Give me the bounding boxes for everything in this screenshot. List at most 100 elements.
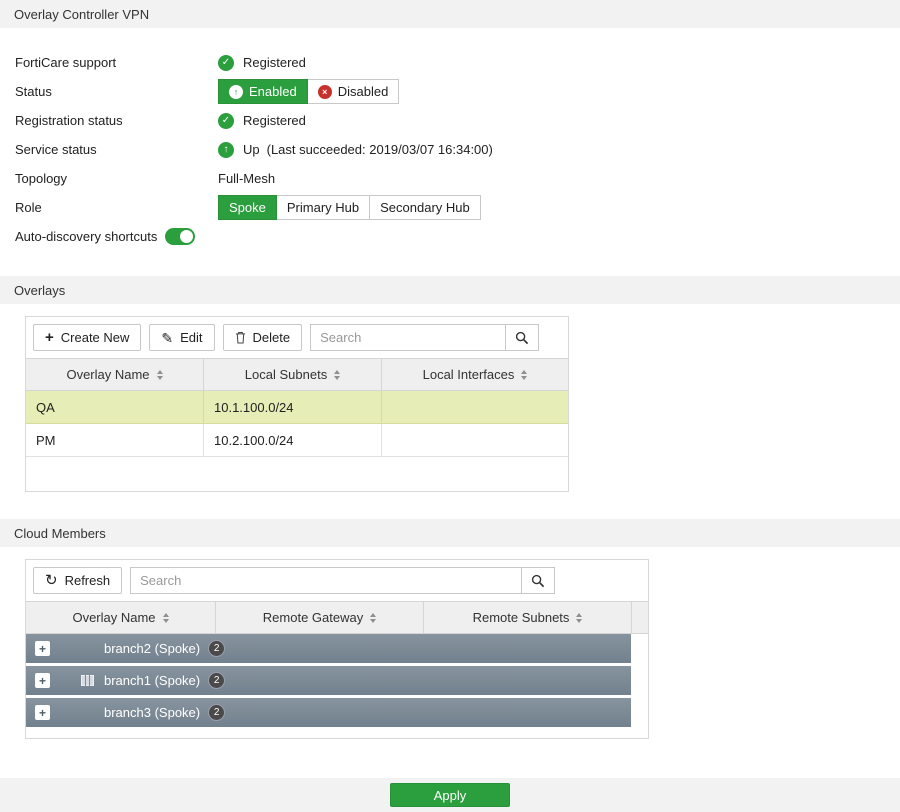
toggle-knob bbox=[180, 230, 193, 243]
count-badge: 2 bbox=[208, 640, 225, 657]
cloud-col-overlay-name[interactable]: Overlay Name bbox=[26, 601, 216, 634]
apply-button[interactable]: Apply bbox=[390, 783, 510, 807]
plus-icon: + bbox=[45, 330, 54, 345]
check-circle-icon: ✓ bbox=[218, 113, 234, 129]
service-status-label: Service status bbox=[15, 142, 218, 157]
overlays-toolbar: + Create New ✎ Edit Delete bbox=[26, 317, 568, 358]
page-title: Overlay Controller VPN bbox=[14, 7, 149, 22]
role-label: Role bbox=[15, 200, 218, 215]
count-badge: 2 bbox=[208, 704, 225, 721]
refresh-icon: ↻ bbox=[45, 573, 58, 588]
topology-label: Topology bbox=[15, 171, 218, 186]
cloud-members-panel: ↻ Refresh Overlay Name Remote Gateway Re… bbox=[25, 559, 649, 739]
forticare-support-label: FortiCare support bbox=[15, 55, 218, 70]
member-name: branch2 (Spoke) bbox=[104, 641, 200, 656]
overlay-name-cell: PM bbox=[26, 424, 204, 457]
disabled-icon: × bbox=[318, 85, 332, 99]
role-primary-hub-button[interactable]: Primary Hub bbox=[276, 195, 370, 220]
forticare-support-row: FortiCare support ✓ Registered bbox=[15, 48, 900, 77]
overlays-col-local-subnets[interactable]: Local Subnets bbox=[204, 358, 382, 391]
status-enabled-button[interactable]: ↑ Enabled bbox=[218, 79, 308, 104]
member-name: branch1 (Spoke) bbox=[104, 673, 200, 688]
cloud-col-remote-subnets[interactable]: Remote Subnets bbox=[424, 601, 632, 634]
member-name: branch3 (Spoke) bbox=[104, 705, 200, 720]
overlays-section-title: Overlays bbox=[14, 283, 65, 298]
create-new-button[interactable]: + Create New bbox=[33, 324, 141, 351]
count-badge: 2 bbox=[208, 672, 225, 689]
cloud-members-search-button[interactable] bbox=[522, 567, 555, 594]
enabled-icon: ↑ bbox=[229, 85, 243, 99]
trash-icon bbox=[235, 331, 246, 344]
cloud-member-row[interactable]: + branch3 (Spoke) 2 bbox=[26, 698, 631, 727]
auto-discovery-toggle[interactable] bbox=[165, 228, 195, 245]
status-disabled-label: Disabled bbox=[338, 84, 389, 99]
up-arrow-circle-icon: ↑ bbox=[218, 142, 234, 158]
registration-status-label: Registration status bbox=[15, 113, 218, 128]
columns-icon bbox=[81, 675, 94, 686]
cloud-members-search-group bbox=[130, 567, 555, 594]
delete-button[interactable]: Delete bbox=[223, 324, 303, 351]
check-circle-icon: ✓ bbox=[218, 55, 234, 71]
cloud-member-row[interactable]: + branch2 (Spoke) 2 bbox=[26, 634, 631, 663]
cloud-members-search-input[interactable] bbox=[130, 567, 522, 594]
registration-status-value: Registered bbox=[243, 113, 306, 128]
sort-icon bbox=[576, 613, 582, 623]
forticare-support-value: Registered bbox=[243, 55, 306, 70]
status-disabled-button[interactable]: × Disabled bbox=[307, 79, 400, 104]
expand-plus-icon[interactable]: + bbox=[35, 673, 50, 688]
role-spoke-button[interactable]: Spoke bbox=[218, 195, 277, 220]
service-status-detail: (Last succeeded: 2019/03/07 16:34:00) bbox=[267, 142, 493, 157]
sort-icon bbox=[370, 613, 376, 623]
overlays-section-bar: Overlays bbox=[0, 276, 900, 304]
sort-icon bbox=[334, 370, 340, 380]
status-row: Status ↑ Enabled × Disabled bbox=[15, 77, 900, 106]
sort-icon bbox=[521, 370, 527, 380]
role-row: Role Spoke Primary Hub Secondary Hub bbox=[15, 193, 900, 222]
auto-discovery-label: Auto-discovery shortcuts bbox=[15, 229, 157, 244]
settings-form: FortiCare support ✓ Registered Status ↑ … bbox=[0, 28, 900, 251]
overlays-search-input[interactable] bbox=[310, 324, 506, 351]
local-subnets-cell: 10.2.100.0/24 bbox=[204, 424, 382, 457]
registration-status-row: Registration status ✓ Registered bbox=[15, 106, 900, 135]
topology-value: Full-Mesh bbox=[218, 171, 275, 186]
overlays-col-overlay-name[interactable]: Overlay Name bbox=[26, 358, 204, 391]
overlays-search-group bbox=[310, 324, 539, 351]
role-segmented-control: Spoke Primary Hub Secondary Hub bbox=[218, 195, 481, 220]
role-secondary-hub-button[interactable]: Secondary Hub bbox=[369, 195, 481, 220]
sort-icon bbox=[157, 370, 163, 380]
sort-icon bbox=[163, 613, 169, 623]
overlays-panel: + Create New ✎ Edit Delete Overlay Name bbox=[25, 316, 569, 492]
auto-discovery-row: Auto-discovery shortcuts bbox=[15, 222, 900, 251]
page-title-bar: Overlay Controller VPN bbox=[0, 0, 900, 28]
table-row[interactable]: QA 10.1.100.0/24 bbox=[26, 391, 568, 424]
overlays-table-empty-area bbox=[26, 457, 568, 491]
overlay-name-cell: QA bbox=[26, 391, 204, 424]
table-row[interactable]: PM 10.2.100.0/24 bbox=[26, 424, 568, 457]
overlays-col-local-interfaces[interactable]: Local Interfaces bbox=[382, 358, 568, 391]
cloud-members-empty-area bbox=[26, 730, 648, 738]
topology-row: Topology Full-Mesh bbox=[15, 164, 900, 193]
cloud-col-remote-gateway[interactable]: Remote Gateway bbox=[216, 601, 424, 634]
search-icon bbox=[531, 574, 545, 588]
cloud-members-toolbar: ↻ Refresh bbox=[26, 560, 648, 601]
refresh-button[interactable]: ↻ Refresh bbox=[33, 567, 122, 594]
overlays-search-button[interactable] bbox=[506, 324, 539, 351]
service-status-value: Up bbox=[243, 142, 260, 157]
expand-plus-icon[interactable]: + bbox=[35, 641, 50, 656]
cloud-members-section-title: Cloud Members bbox=[14, 526, 106, 541]
footer-bar: Apply bbox=[0, 778, 900, 812]
search-icon bbox=[515, 331, 529, 345]
expand-plus-icon[interactable]: + bbox=[35, 705, 50, 720]
pencil-icon: ✎ bbox=[161, 331, 173, 345]
overlays-table-header: Overlay Name Local Subnets Local Interfa… bbox=[26, 358, 568, 391]
cloud-members-section-bar: Cloud Members bbox=[0, 519, 900, 547]
local-interfaces-cell bbox=[382, 391, 568, 424]
local-subnets-cell: 10.1.100.0/24 bbox=[204, 391, 382, 424]
status-segmented-control: ↑ Enabled × Disabled bbox=[218, 79, 399, 104]
header-spacer-cell bbox=[632, 601, 648, 634]
local-interfaces-cell bbox=[382, 424, 568, 457]
cloud-member-row[interactable]: + branch1 (Spoke) 2 bbox=[26, 666, 631, 695]
cloud-members-table-header: Overlay Name Remote Gateway Remote Subne… bbox=[26, 601, 648, 634]
edit-button[interactable]: ✎ Edit bbox=[149, 324, 214, 351]
cloud-members-rows: + branch2 (Spoke) 2 + branch1 (Spoke) 2 … bbox=[26, 634, 631, 727]
